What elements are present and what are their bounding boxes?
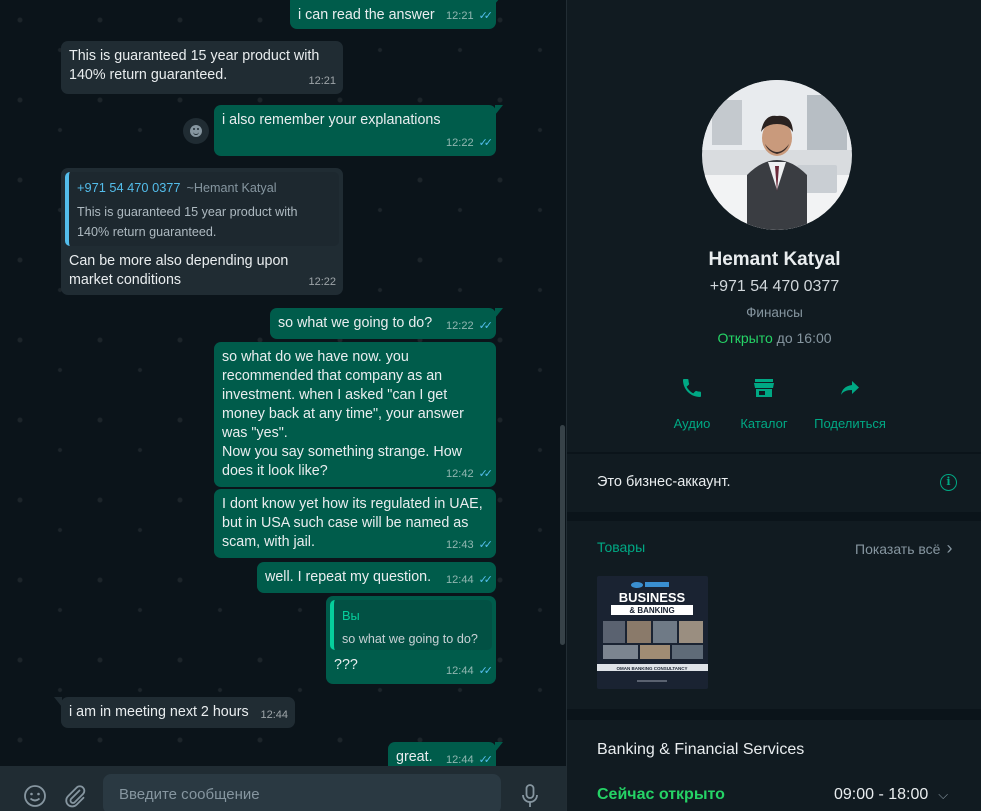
quoted-message[interactable]: +971 54 470 0377 ~Hemant Katyal This is g… — [65, 172, 339, 246]
catalog-section: Товары Показать всё › BUSINESS & BANKING … — [567, 521, 981, 709]
read-ticks-icon: ✓✓ — [478, 574, 494, 586]
message-text: This is guaranteed 15 year product with … — [69, 48, 320, 83]
message-outgoing[interactable]: i also remember your explanations 12:22 ✓… — [214, 105, 503, 156]
emoji-icon — [24, 785, 46, 807]
profile-actions: Аудио Каталог Поделиться — [567, 372, 981, 436]
message-meta: 12:43 ✓✓ — [446, 536, 494, 555]
message-outgoing[interactable]: so what do we have now. you recommended … — [214, 342, 496, 487]
message-meta: 12:22 ✓✓ — [446, 134, 494, 153]
message-composer — [0, 766, 566, 811]
message-time: 12:22 — [446, 320, 474, 332]
read-ticks-icon: ✓✓ — [478, 10, 494, 22]
message-outgoing[interactable]: i can read the answer 12:21 ✓✓ — [290, 0, 503, 29]
store-icon — [754, 379, 774, 397]
time-range: 09:00 - 18:00 — [834, 786, 929, 803]
message-meta: 12:22 ✓✓ — [446, 317, 494, 336]
share-button[interactable]: Поделиться — [800, 372, 900, 431]
audio-call-label: Аудио — [673, 416, 711, 431]
show-all-label: Показать всё — [855, 540, 941, 557]
message-time: 12:44 — [260, 709, 288, 721]
read-ticks-icon: ✓✓ — [478, 137, 494, 149]
message-meta: 12:22 — [308, 273, 336, 292]
open-until: до 16:00 — [772, 330, 832, 346]
product-title-top: BUSINESS — [619, 590, 686, 605]
read-ticks-icon: ✓✓ — [478, 665, 494, 677]
microphone-icon — [522, 784, 538, 807]
message-meta: 12:42 ✓✓ — [446, 465, 494, 484]
message-time: 12:44 — [446, 665, 474, 677]
message-input[interactable] — [103, 774, 501, 811]
read-ticks-icon: ✓✓ — [478, 468, 494, 480]
profile-section: Hemant Katyal +971 54 470 0377 Финансы О… — [567, 0, 981, 452]
message-time: 12:43 — [446, 539, 474, 551]
message-meta: 12:21 — [308, 72, 336, 91]
message-incoming[interactable]: i am in meeting next 2 hours 12:44 — [54, 697, 295, 728]
product-title-bottom: & BANKING — [629, 606, 674, 615]
message-time: 12:22 — [446, 137, 474, 149]
message-time: 12:42 — [446, 468, 474, 480]
quote-text: so what we going to do? — [342, 632, 478, 646]
contact-phone: +971 54 470 0377 — [709, 278, 840, 295]
business-category: Финансы — [746, 305, 803, 320]
now-open-status: Сейчас открыто — [597, 786, 725, 803]
smiley-icon — [190, 125, 202, 137]
message-time: 12:21 — [308, 75, 336, 87]
open-status: Открыто — [717, 330, 773, 346]
product-subtitle: OMAN BANKING CONSULTANCY — [616, 666, 687, 671]
phone-icon — [683, 379, 701, 397]
business-details-section: Banking & Financial Services Сейчас откр… — [567, 720, 981, 811]
chat-scrollbar[interactable] — [560, 425, 565, 645]
message-time: 12:21 — [446, 10, 474, 22]
business-service: Banking & Financial Services — [597, 741, 805, 758]
message-outgoing[interactable]: I dont know yet how its regulated in UAE… — [214, 489, 496, 558]
message-outgoing[interactable]: so what we going to do? 12:22 ✓✓ — [270, 308, 503, 339]
message-meta: 12:44 ✓✓ — [446, 662, 494, 681]
message-meta: 12:44 ✓✓ — [446, 571, 494, 590]
share-icon — [841, 381, 859, 395]
quote-author: +971 54 470 0377 — [77, 180, 181, 195]
product-image: BUSINESS & BANKING OMAN BANKING CONSULTA… — [597, 576, 708, 689]
chevron-right-icon: › — [946, 538, 953, 558]
business-account-section: Это бизнес-аккаунт. i — [567, 454, 981, 512]
paperclip-icon — [65, 785, 86, 808]
chevron-down-icon: ⌵ — [938, 787, 949, 802]
quote-author: Вы — [342, 608, 360, 623]
share-label: Поделиться — [814, 416, 886, 431]
show-all-link[interactable]: Показать всё › — [855, 538, 952, 559]
emoji-button[interactable] — [18, 779, 52, 811]
business-account-note: Это бизнес-аккаунт. — [597, 474, 731, 490]
message-meta: 12:21 ✓✓ — [446, 7, 494, 26]
react-emoji-button[interactable] — [183, 118, 209, 144]
message-time: 12:22 — [308, 276, 336, 288]
chat-pane: i can read the answer 12:21 ✓✓ This is gu… — [0, 0, 566, 811]
info-icon[interactable]: i — [940, 474, 957, 491]
message-outgoing[interactable]: well. I repeat my question. 12:44 ✓✓ — [257, 562, 496, 593]
message-text: Can be more also depending upon market c… — [69, 253, 289, 288]
message-incoming[interactable]: This is guaranteed 15 year product with … — [61, 41, 343, 94]
business-hours-status: Открыто до 16:00 — [567, 330, 981, 346]
message-meta: 12:44 — [260, 706, 288, 725]
message-text: i also remember your explanations — [222, 112, 441, 128]
catalog-label: Каталог — [740, 416, 788, 431]
profile-photo — [702, 80, 852, 230]
contact-name: Hemant Katyal — [708, 249, 841, 270]
message-time: 12:44 — [446, 574, 474, 586]
catalog-button[interactable]: Каталог — [714, 372, 814, 431]
catalog-title: Товары — [597, 539, 646, 555]
message-incoming-reply[interactable]: +971 54 470 0377 ~Hemant Katyal This is g… — [61, 168, 343, 295]
quote-text: This is guaranteed 15 year product with … — [77, 205, 298, 239]
read-ticks-icon: ✓✓ — [478, 320, 494, 332]
message-text: i am in meeting next 2 hours — [69, 704, 249, 720]
avatar[interactable] — [702, 80, 852, 230]
message-text: so what do we have now. you recommended … — [222, 349, 464, 479]
attach-button[interactable] — [58, 779, 92, 811]
business-hours-toggle[interactable]: 09:00 - 18:00 ⌵ — [834, 786, 948, 804]
read-ticks-icon: ✓✓ — [478, 539, 494, 551]
voice-message-button[interactable] — [513, 779, 547, 811]
message-outgoing-reply[interactable]: Вы so what we going to do? ??? 12:44 ✓✓ — [326, 596, 496, 684]
catalog-product-thumbnail[interactable]: BUSINESS & BANKING OMAN BANKING CONSULTA… — [597, 576, 708, 689]
contact-info-panel: Hemant Katyal +971 54 470 0377 Финансы О… — [566, 0, 981, 811]
quoted-message[interactable]: Вы so what we going to do? — [330, 600, 492, 650]
quote-author-name: ~Hemant Katyal — [186, 181, 277, 195]
